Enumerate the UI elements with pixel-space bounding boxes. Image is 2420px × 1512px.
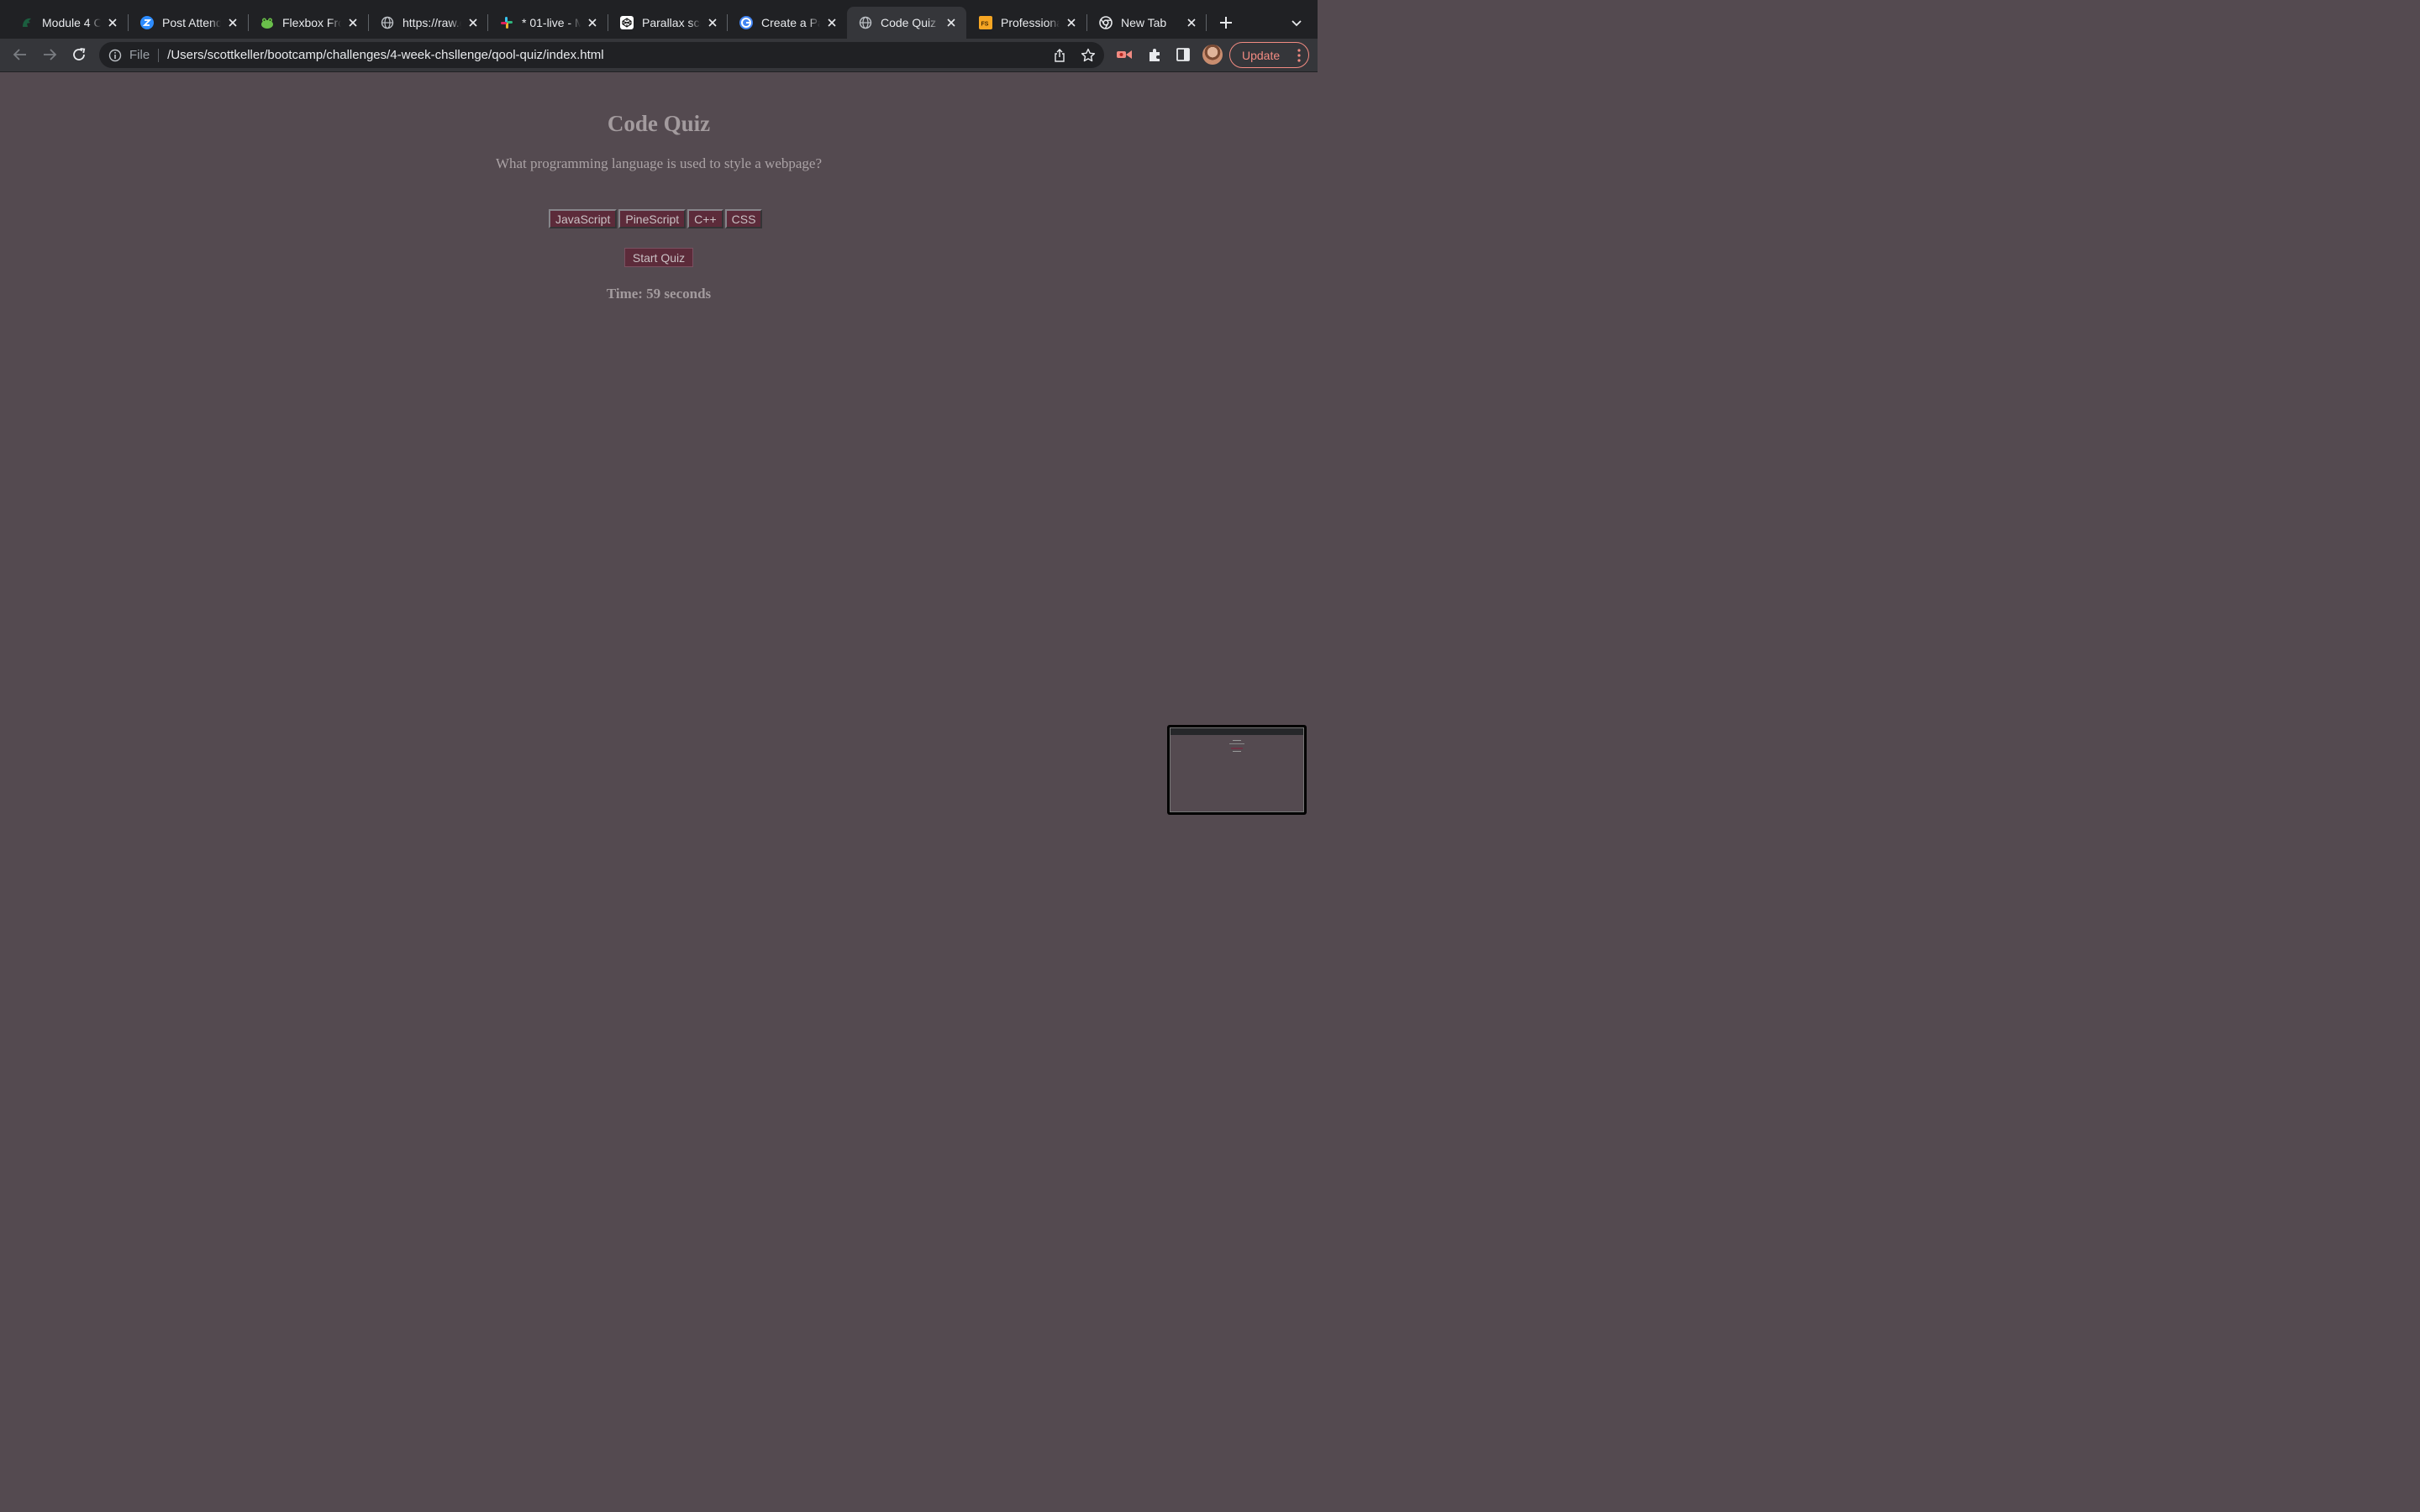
globe-icon <box>859 16 872 29</box>
tab-separator <box>1206 14 1207 31</box>
tab-search-chevron-icon[interactable] <box>1287 13 1306 32</box>
start-quiz-button[interactable]: Start Quiz <box>624 248 693 267</box>
tab-post-attendance[interactable]: Post Attendance <box>129 7 248 39</box>
slack-icon <box>500 16 513 29</box>
answer-choices: JavaScript PineScript C++ CSS <box>549 209 763 228</box>
screen-recorder-extension-icon[interactable] <box>1116 46 1133 63</box>
more-menu-icon[interactable] <box>1297 49 1301 62</box>
tab-title: New Tab <box>1121 16 1167 29</box>
tab-title: Flexbox Froggy <box>282 16 341 29</box>
choice-button-pinescript[interactable]: PineScript <box>618 209 687 228</box>
spartan-logo-icon <box>20 16 34 29</box>
tab-strip: Module 4 Ch Post Attendance Flexbox Frog… <box>0 0 1318 39</box>
tab-create-parallax[interactable]: Create a Parallax <box>728 7 847 39</box>
address-divider <box>158 48 160 62</box>
tab-parallax-scrolling[interactable]: Parallax scrolling <box>608 7 728 39</box>
screen-thumbnail-preview[interactable] <box>1167 725 1307 815</box>
choice-button-javascript[interactable]: JavaScript <box>549 209 618 228</box>
tab-professional[interactable]: FS Professional <box>967 7 1086 39</box>
frog-icon <box>260 16 274 29</box>
forward-arrow-icon[interactable] <box>39 44 60 66</box>
google-icon <box>739 16 753 29</box>
page-title: Code Quiz <box>607 111 711 136</box>
timer-text: Time: 59 seconds <box>606 286 712 302</box>
new-tab-plus-icon[interactable] <box>1215 12 1237 34</box>
codepen-icon <box>620 16 634 29</box>
close-icon[interactable] <box>825 16 839 29</box>
tab-title: Parallax scrolling <box>642 16 701 29</box>
profile-avatar[interactable] <box>1202 45 1223 65</box>
side-panel-icon[interactable] <box>1175 46 1192 63</box>
update-button[interactable]: Update <box>1229 42 1309 68</box>
fs-logo-icon: FS <box>979 16 992 29</box>
reload-icon[interactable] <box>68 44 90 66</box>
tab-title: * 01-live - Mini Project <box>522 16 581 29</box>
tab-code-quiz[interactable]: Code Quiz <box>847 7 966 39</box>
tab-slack[interactable]: * 01-live - Mini Project <box>488 7 608 39</box>
svg-text:FS: FS <box>981 22 989 28</box>
tab-flexbox-froggy[interactable]: Flexbox Froggy <box>249 7 368 39</box>
address-scheme-label: File <box>129 48 150 62</box>
tab-title: Code Quiz <box>881 16 937 29</box>
extensions-puzzle-icon[interactable] <box>1146 46 1163 63</box>
share-icon[interactable] <box>1052 48 1067 63</box>
tab-title: Module 4 Ch <box>42 16 101 29</box>
tab-raw-github[interactable]: https://raw.githubusercontent.com <box>369 7 488 39</box>
chrome-icon <box>1099 16 1113 29</box>
info-icon[interactable] <box>108 49 122 62</box>
zoom-icon <box>140 16 154 29</box>
close-icon[interactable] <box>226 16 239 29</box>
close-icon[interactable] <box>1185 16 1198 29</box>
choice-button-css[interactable]: CSS <box>724 209 763 228</box>
close-icon[interactable] <box>106 16 119 29</box>
tab-title: Professional <box>1001 16 1060 29</box>
update-button-label: Update <box>1242 48 1281 62</box>
thumbnail-image <box>1170 727 1304 812</box>
browser-chrome: Module 4 Ch Post Attendance Flexbox Frog… <box>0 0 1318 72</box>
quiz-page: Code Quiz What programming language is u… <box>0 72 1318 823</box>
globe-icon <box>381 16 394 29</box>
close-icon[interactable] <box>466 16 480 29</box>
browser-toolbar: File /Users/scottkeller/bootcamp/challen… <box>0 39 1318 72</box>
question-text: What programming language is used to sty… <box>495 155 823 171</box>
tab-title: Post Attendance <box>162 16 221 29</box>
tab-title: https://raw.githubusercontent.com <box>402 16 461 29</box>
close-icon[interactable] <box>1065 16 1078 29</box>
back-arrow-icon[interactable] <box>9 44 31 66</box>
close-icon[interactable] <box>586 16 599 29</box>
address-url[interactable]: /Users/scottkeller/bootcamp/challenges/4… <box>167 48 603 62</box>
close-icon[interactable] <box>346 16 360 29</box>
bookmark-star-icon[interactable] <box>1081 48 1096 63</box>
address-bar[interactable]: File /Users/scottkeller/bootcamp/challen… <box>99 42 1104 68</box>
tab-module-4[interactable]: Module 4 Ch <box>8 7 128 39</box>
close-icon[interactable] <box>706 16 719 29</box>
tab-title: Create a Parallax <box>761 16 820 29</box>
tab-new-tab[interactable]: New Tab <box>1087 7 1207 39</box>
choice-button-cpp[interactable]: C++ <box>687 209 723 228</box>
close-icon[interactable] <box>944 16 958 29</box>
